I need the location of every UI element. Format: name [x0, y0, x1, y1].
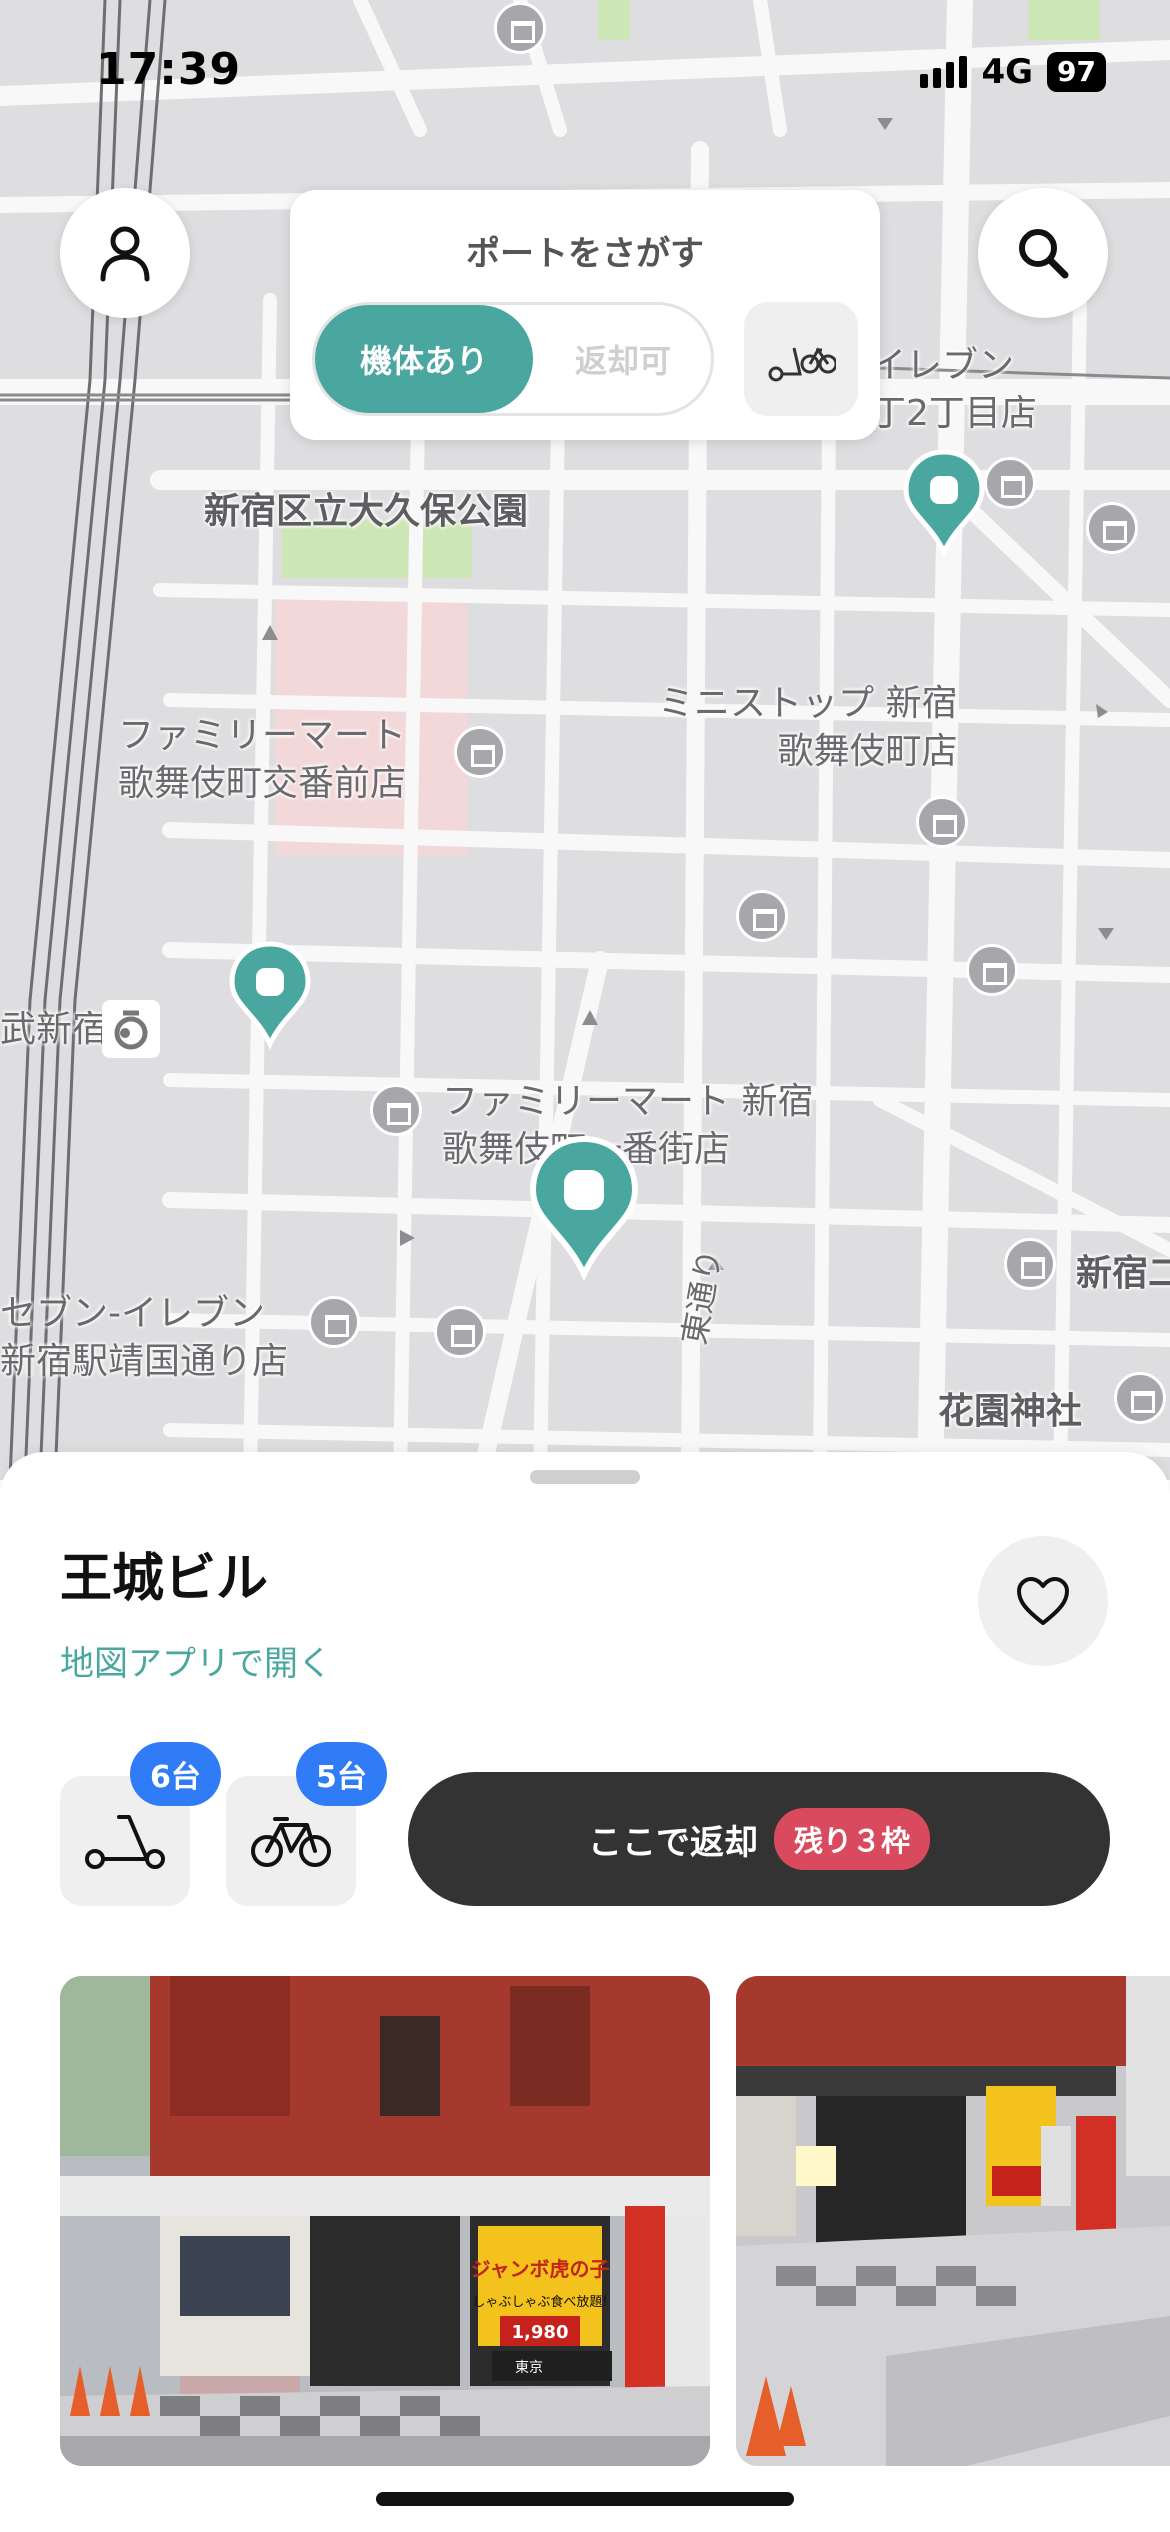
restaurant-poi-icon — [1004, 1238, 1056, 1290]
home-indicator — [376, 2492, 794, 2506]
return-here-label: ここで返却 — [587, 1822, 758, 1863]
segment-returnable[interactable]: 返却可 — [533, 305, 713, 413]
map-label-station: 武新宿 — [0, 1009, 109, 1050]
scooter-count-badge: 6台 — [130, 1742, 221, 1806]
map-label-okubo-park: 新宿区立大久保公園 — [204, 491, 529, 532]
photo-sign-subtext: しゃぶしゃぶ食べ放題! — [472, 2294, 607, 2310]
person-icon — [100, 226, 150, 282]
finder-title: ポートをさがす — [466, 234, 704, 274]
shopping-bag-poi-icon — [434, 1306, 486, 1358]
port-pin-icon[interactable] — [226, 940, 314, 1050]
shop-poi-icon — [966, 944, 1018, 996]
favorite-button[interactable] — [978, 1536, 1108, 1666]
shop-poi-icon — [916, 796, 968, 848]
vehicle-type-filter-button[interactable] — [744, 302, 858, 416]
photo-sign-price: 1,980 — [512, 2322, 569, 2343]
search-icon — [1019, 229, 1069, 279]
port-pin-icon[interactable] — [900, 448, 988, 558]
port-detail-sheet: 王城ビル 地図アプリで開く 6台 5台 ここで返却 残り３枠 ジャンボ虎の子 し… — [0, 1452, 1170, 2532]
kick-scooter-icon — [85, 1815, 165, 1869]
map-label-seven-eleven-yasukuni: セブン-イレブン 新宿駅靖国通り店 — [0, 1293, 289, 1382]
map-label-ministop: ミニストップ 新宿 歌舞伎町店 — [658, 683, 958, 772]
shop-poi-icon — [370, 1084, 422, 1136]
return-here-button[interactable]: ここで返却 残り３枠 — [408, 1772, 1110, 1906]
photo-sign-text: ジャンボ虎の子 — [471, 2257, 610, 2281]
remaining-slots-badge: 残り３枠 — [773, 1808, 930, 1870]
port-photo[interactable]: ジャンボ虎の子 しゃぶしゃぶ食べ放題! 1,980 東京 — [60, 1976, 710, 2466]
scooter-bike-icon — [768, 347, 836, 382]
segment-has-vehicle[interactable]: 機体あり — [315, 305, 533, 413]
map-label-shinjuku: 新宿二 — [1076, 1253, 1170, 1294]
shop-poi-icon — [308, 1296, 360, 1348]
shop-poi-icon — [454, 726, 506, 778]
port-photo[interactable] — [736, 1976, 1170, 2466]
map-label-familymart-koban: ファミリーマート 歌舞伎町交番前店 — [118, 715, 407, 804]
port-name: 王城ビル — [60, 1549, 269, 1609]
photo-sign-tokyo: 東京 — [515, 2360, 543, 2376]
selected-port-pin-icon[interactable] — [526, 1134, 642, 1280]
shop-poi-icon — [736, 890, 788, 942]
heart-icon — [1017, 1577, 1069, 1625]
battery-level: 97 — [1047, 52, 1106, 92]
shrine-poi-icon — [1114, 1372, 1166, 1424]
search-button[interactable] — [978, 188, 1108, 318]
shop-poi-icon — [1086, 502, 1138, 554]
map-label-hanazono-shrine: 花園神社 — [938, 1391, 1083, 1432]
status-time: 17:39 — [96, 44, 242, 95]
bicycle-count-badge: 5台 — [296, 1742, 387, 1806]
bicycle-icon — [251, 1817, 331, 1867]
station-logo-icon — [102, 1000, 160, 1058]
port-finder-panel: ポートをさがす 機体あり 返却可 — [290, 190, 880, 440]
sheet-grabber[interactable] — [530, 1470, 640, 1484]
cellular-signal-icon — [920, 56, 968, 88]
network-type: 4G — [981, 52, 1034, 92]
restaurant-poi-icon — [494, 2, 546, 54]
status-indicators: 4G 97 — [920, 52, 1106, 92]
availability-segmented-control: 機体あり 返却可 — [312, 302, 714, 416]
shop-poi-icon — [984, 457, 1036, 509]
open-in-maps-link[interactable]: 地図アプリで開く — [60, 1636, 332, 1685]
map-label-seven-eleven-top: イレブン 丁2丁目店 — [870, 345, 1037, 434]
profile-button[interactable] — [60, 188, 190, 318]
